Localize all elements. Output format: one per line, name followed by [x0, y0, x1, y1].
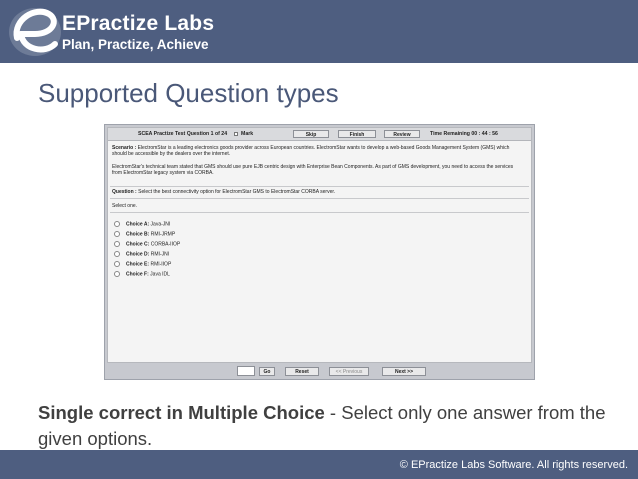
question-label: Question : — [112, 189, 137, 195]
choice-text: Java-JNI — [150, 221, 171, 228]
choice-e[interactable]: Choice E: RMI-IIOP — [114, 261, 171, 268]
choice-d[interactable]: Choice D: RMI-JNI — [114, 251, 169, 258]
test-screenshot: SCEA Practize Test Question 1 of 24 Mark… — [104, 124, 535, 380]
question-panel: SCEA Practize Test Question 1 of 24 Mark… — [107, 127, 532, 363]
radio-button[interactable] — [114, 231, 120, 237]
previous-button[interactable]: << Previous — [329, 367, 369, 376]
navigation-bar: Go Reset << Previous Next >> — [107, 365, 532, 377]
radio-button[interactable] — [114, 261, 120, 267]
radio-button[interactable] — [114, 221, 120, 227]
choice-f[interactable]: Choice F: Java IDL — [114, 271, 170, 278]
finish-button[interactable]: Finish — [338, 130, 376, 138]
radio-button[interactable] — [114, 241, 120, 247]
choice-a[interactable]: Choice A: Java-JNI — [114, 221, 170, 228]
divider — [110, 186, 529, 187]
choice-label: Choice E: — [126, 261, 150, 268]
question-counter: SCEA Practize Test Question 1 of 24 — [138, 131, 228, 137]
scenario-paragraph-2: ElectromStar's technical team stated tha… — [112, 164, 514, 176]
instruction-text: Select one. — [112, 203, 138, 209]
question-paragraph: Question : Select the best connectivity … — [112, 189, 522, 195]
go-button[interactable]: Go — [259, 367, 275, 376]
caption-bold: Single correct in Multiple Choice — [38, 402, 325, 423]
divider — [110, 198, 529, 199]
choice-c[interactable]: Choice C: CORBA-IIOP — [114, 241, 180, 248]
reset-button[interactable]: Reset — [285, 367, 319, 376]
choice-label: Choice B: — [126, 231, 150, 238]
radio-button[interactable] — [114, 251, 120, 257]
logo-e-icon — [9, 8, 61, 56]
brand-name: EPractize Labs — [62, 12, 215, 35]
question-text: Select the best connectivity option for … — [138, 189, 336, 195]
brand-tagline: Plan, Practize, Achieve — [62, 37, 209, 52]
page-number-input[interactable] — [237, 366, 255, 376]
skip-button[interactable]: Skip — [293, 130, 329, 138]
mark-label: Mark — [241, 131, 254, 137]
scenario-text: ElectromStar is a leading electronics go… — [112, 145, 510, 157]
divider — [110, 212, 529, 213]
choice-text: CORBA-IIOP — [150, 241, 181, 248]
choice-label: Choice A: — [126, 221, 150, 228]
header-banner: EPractize Labs Plan, Practize, Achieve — [0, 0, 638, 63]
slide-title: Supported Question types — [38, 78, 339, 108]
test-toolbar: SCEA Practize Test Question 1 of 24 Mark… — [108, 128, 531, 141]
next-button[interactable]: Next >> — [382, 367, 426, 376]
choice-text: Java IDL — [150, 271, 170, 278]
mark-checkbox[interactable] — [234, 132, 238, 136]
choice-text: RMI-JNI — [150, 251, 170, 258]
choice-text: RMI-IIOP — [150, 261, 172, 268]
scenario-paragraph: Scenario : ElectromStar is a leading ele… — [112, 145, 522, 157]
footer-bar: © EPractize Labs Software. All rights re… — [0, 450, 638, 479]
time-remaining: Time Remaining 00 : 44 : 56 — [430, 131, 498, 137]
review-button[interactable]: Review — [384, 130, 420, 138]
choice-label: Choice D: — [126, 251, 150, 258]
choice-b[interactable]: Choice B: RMI-JRMP — [114, 231, 175, 238]
slide-caption: Single correct in Multiple Choice - Sele… — [38, 400, 618, 452]
radio-button[interactable] — [114, 271, 120, 277]
choice-label: Choice F: — [126, 271, 149, 278]
copyright-text: © EPractize Labs Software. All rights re… — [399, 459, 628, 471]
choice-text: RMI-JRMP — [150, 231, 176, 238]
choice-label: Choice C: — [126, 241, 150, 248]
